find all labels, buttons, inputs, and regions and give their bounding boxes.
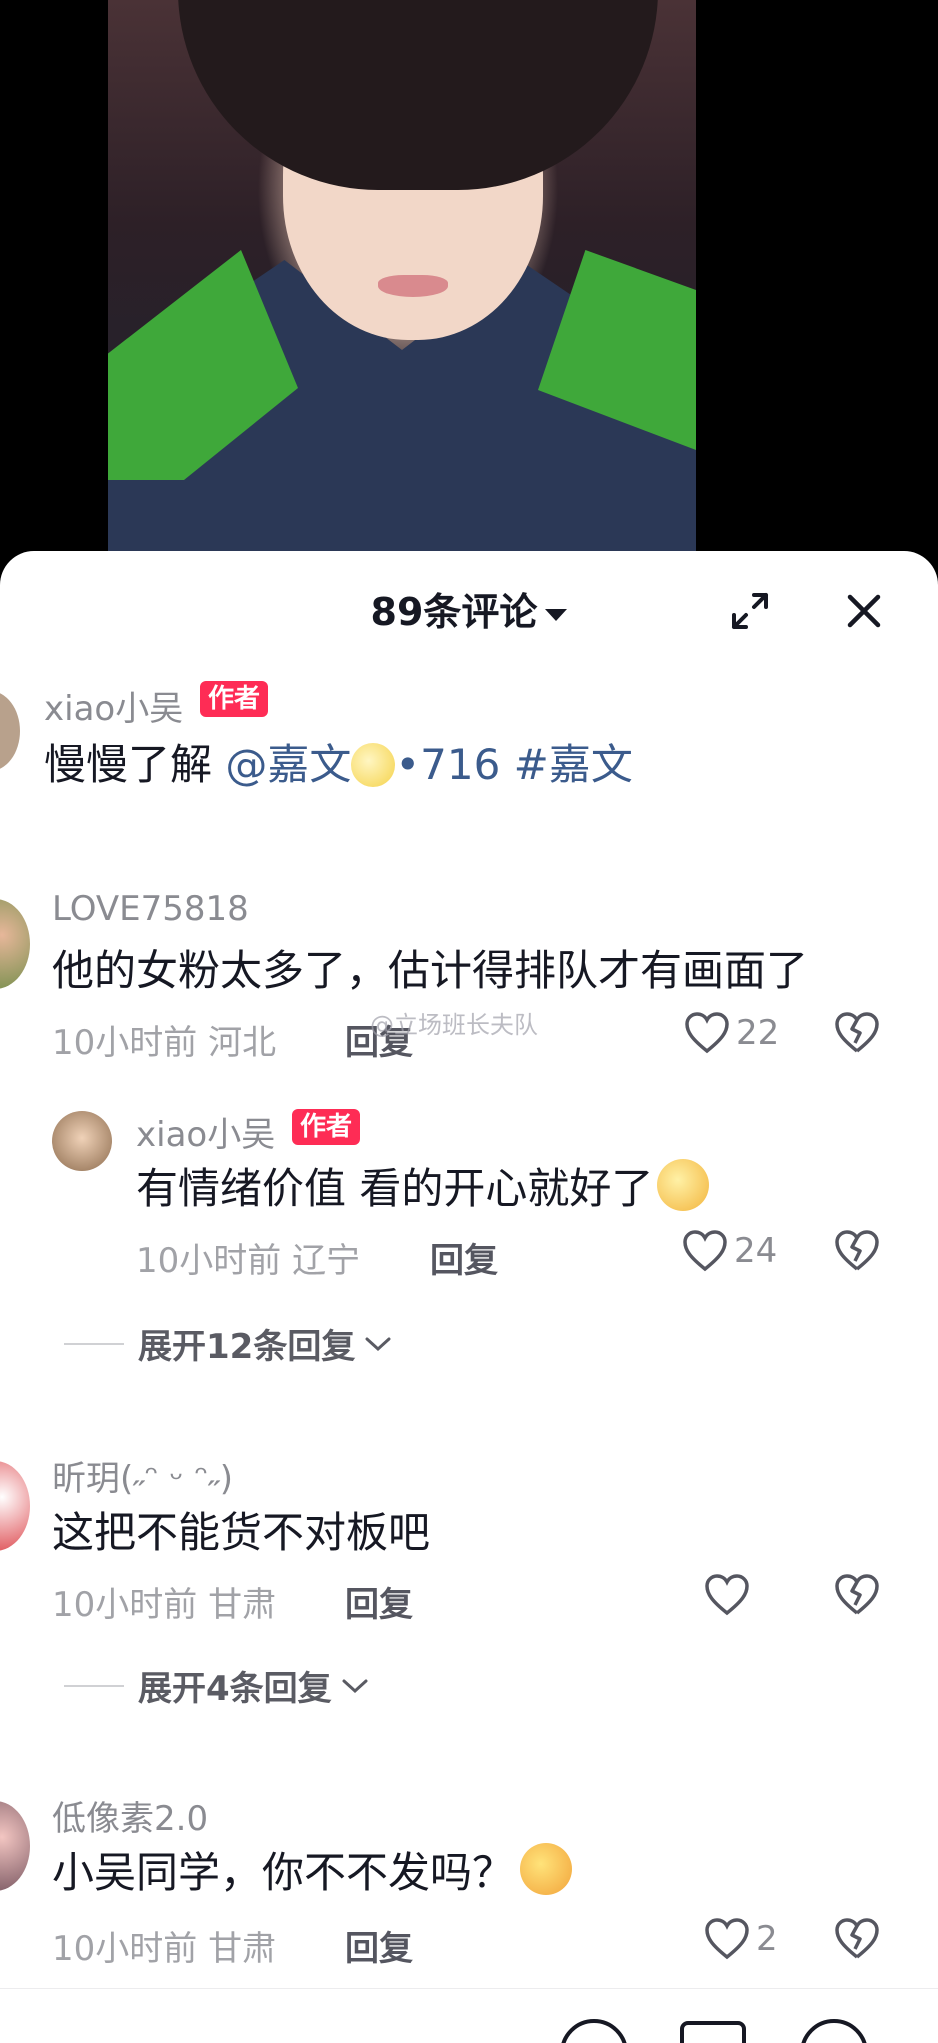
heart-icon: [705, 1574, 749, 1616]
like-count: 24: [734, 1231, 778, 1271]
like-button[interactable]: 22: [684, 1011, 779, 1055]
author-badge: 作者: [200, 681, 269, 717]
expand-replies-button[interactable]: 展开4条回复: [64, 1661, 370, 1710]
comment-time-location: 10小时前 甘肃: [52, 1585, 277, 1625]
reply-button[interactable]: 回复: [345, 1921, 413, 1970]
expand-icon: [732, 593, 768, 629]
image-picker-icon[interactable]: [680, 2021, 746, 2043]
expand-button[interactable]: [728, 589, 772, 633]
expand-divider: [64, 1684, 124, 1687]
broken-heart-icon: [835, 1918, 879, 1959]
comment-username[interactable]: xiao小吴: [44, 681, 183, 730]
crying-laughing-emoji-icon: [520, 1843, 573, 1895]
comment-count-title[interactable]: 89条评论: [0, 581, 938, 636]
moon-face-emoji-icon: [351, 743, 396, 787]
author-badge: 作者: [292, 1109, 361, 1145]
expand-replies-label: 展开4条回复: [138, 1669, 332, 1709]
reply-avatar[interactable]: [52, 1111, 112, 1171]
reply-button[interactable]: 回复: [345, 1577, 413, 1626]
comment-text-content: 小吴同学，你不不发吗？: [52, 1848, 515, 1897]
comment-text: 这把不能货不对板吧: [52, 1508, 431, 1557]
comment-text: 他的女粉太多了，估计得排队才有画面了: [52, 946, 809, 995]
reply-text-content: 有情绪价值 看的开心就好了: [136, 1164, 654, 1213]
expand-divider: [64, 1342, 124, 1345]
dislike-button[interactable]: [834, 1011, 880, 1059]
dislike-button[interactable]: [834, 1917, 880, 1965]
heart-icon: [705, 1918, 749, 1960]
comment-count-label: 89条评论: [370, 590, 538, 634]
watermark-text: @立场班长夫队: [370, 1011, 538, 1039]
comment-text: 慢慢了解 @嘉文 •716 #嘉文: [44, 731, 633, 792]
comment-panel: 89条评论 xiao小吴 作者 慢慢了解 @嘉文 •716 #嘉文 LOVE758…: [0, 551, 938, 2043]
reply-button[interactable]: 回复: [430, 1233, 498, 1282]
expand-replies-label: 展开12条回复: [138, 1327, 356, 1367]
comment-text: 小吴同学，你不不发吗？: [52, 1839, 573, 1900]
emoji-picker-icon[interactable]: [800, 2019, 868, 2043]
comment-item: xiao小吴 作者 慢慢了解 @嘉文 •716 #嘉文: [0, 681, 938, 801]
comment-username[interactable]: 昕玥(˶ᵔ ᵕ ᵔ˶): [52, 1451, 233, 1500]
avatar[interactable]: [0, 1461, 30, 1551]
mention-link[interactable]: @嘉文: [225, 740, 351, 789]
chevron-down-icon: [365, 1337, 391, 1351]
reply-text: 有情绪价值 看的开心就好了: [136, 1155, 710, 1216]
heart-icon: [685, 1012, 729, 1054]
comment-text-plain: 慢慢了解: [44, 740, 226, 789]
reply-time-location: 10小时前 辽宁: [136, 1241, 361, 1281]
comment-item: LOVE75818 他的女粉太多了，估计得排队才有画面了 10小时前 河北 回复…: [0, 889, 938, 1367]
reply-username[interactable]: xiao小吴: [136, 1107, 275, 1156]
avatar[interactable]: [0, 691, 20, 771]
at-mention-icon[interactable]: [560, 2019, 628, 2043]
broken-heart-icon: [835, 1574, 879, 1615]
comment-time-location: 10小时前 河北: [52, 1023, 277, 1063]
close-icon: [847, 594, 881, 628]
pleading-face-emoji-icon: [657, 1159, 710, 1211]
comment-username[interactable]: LOVE75818: [52, 889, 249, 929]
broken-heart-icon: [835, 1230, 879, 1271]
comment-header: 89条评论: [0, 551, 938, 651]
comment-username[interactable]: 低像素2.0: [52, 1791, 208, 1840]
like-button[interactable]: [704, 1573, 756, 1617]
chevron-down-icon: [342, 1679, 368, 1693]
like-button[interactable]: 24: [682, 1229, 777, 1273]
heart-icon: [683, 1230, 727, 1272]
lips: [378, 275, 448, 297]
comment-item: 低像素2.0 小吴同学，你不不发吗？ 10小时前 甘肃 回复 2: [0, 1791, 938, 1991]
close-button[interactable]: [842, 589, 886, 633]
caret-down-icon: [545, 608, 568, 621]
hair-shape: [178, 0, 658, 190]
avatar[interactable]: [0, 1801, 30, 1891]
comment-input-bar[interactable]: [0, 1988, 938, 2043]
like-button[interactable]: 2: [704, 1917, 778, 1961]
broken-heart-icon: [835, 1012, 879, 1053]
video-preview[interactable]: [0, 0, 938, 560]
video-frame: [108, 0, 696, 560]
comment-item: 昕玥(˶ᵔ ᵕ ᵔ˶) 这把不能货不对板吧 10小时前 甘肃 回复 展开4条回复: [0, 1451, 938, 1751]
dislike-button[interactable]: [834, 1229, 880, 1277]
hashtag-link[interactable]: •716 #嘉文: [395, 740, 632, 789]
comment-time-location: 10小时前 甘肃: [52, 1929, 277, 1969]
expand-replies-button[interactable]: 展开12条回复: [64, 1319, 393, 1368]
like-count: 2: [756, 1919, 778, 1959]
like-count: 22: [736, 1013, 780, 1053]
avatar[interactable]: [0, 899, 30, 989]
dislike-button[interactable]: [834, 1573, 880, 1621]
